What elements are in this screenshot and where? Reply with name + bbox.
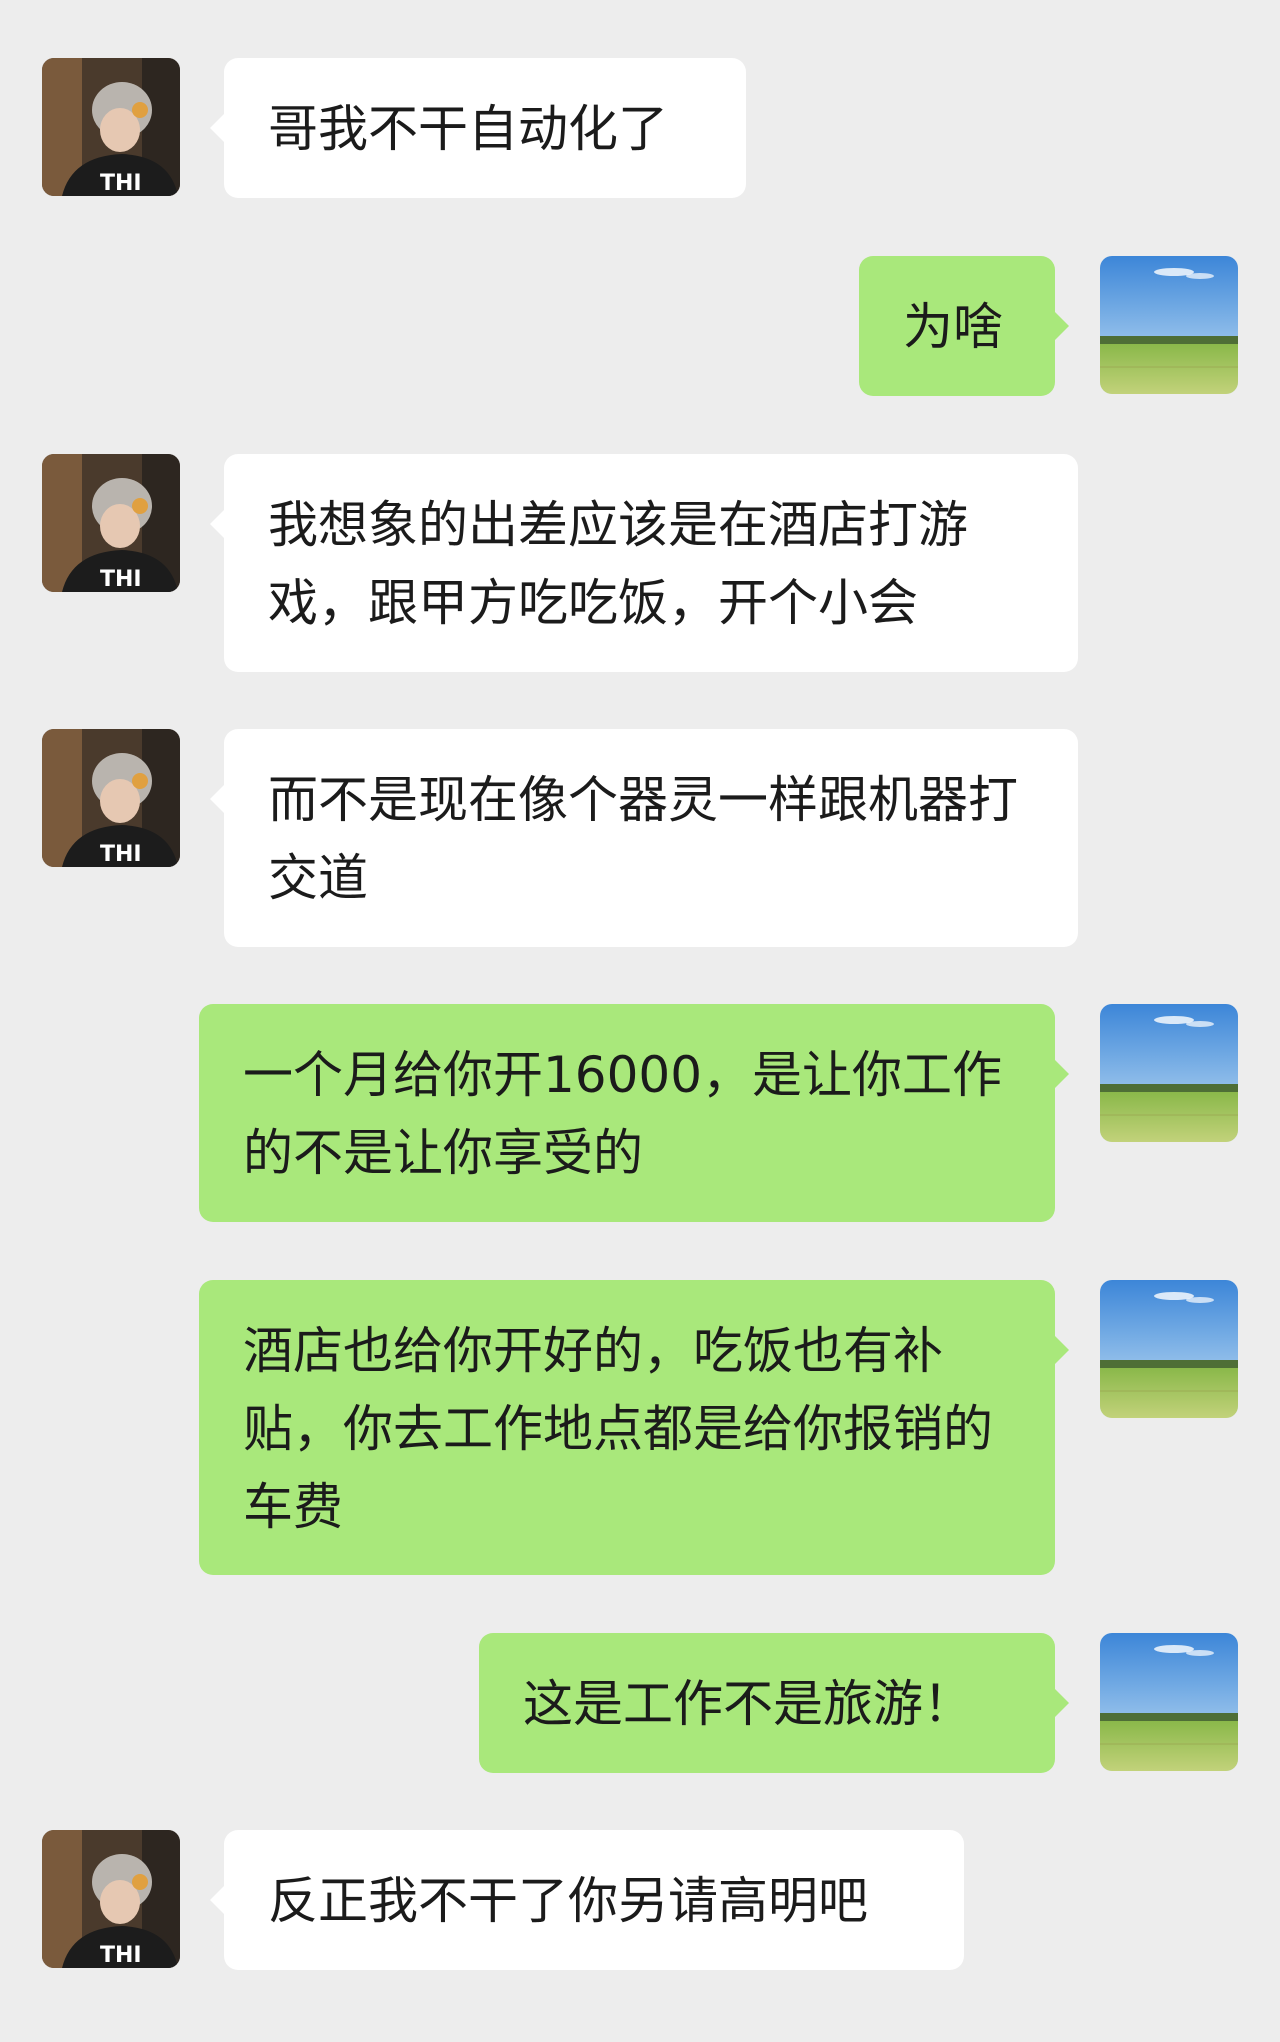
- svg-text:THI: THI: [100, 842, 142, 867]
- message-text: 一个月给你开16000，是让你工作的不是让你享受的: [243, 1046, 1003, 1182]
- message-bubble[interactable]: 这是工作不是旅游！: [479, 1633, 1069, 1773]
- message-row: THI 哥我不干自动化了: [0, 58, 1280, 198]
- message-bubble[interactable]: 哥我不干自动化了: [210, 58, 746, 198]
- message-row: 酒店也给你开好的，吃饭也有补贴，你去工作地点都是给你报销的车费: [0, 1280, 1280, 1575]
- message-text: 这是工作不是旅游！: [523, 1675, 973, 1733]
- self-avatar-icon[interactable]: [1100, 1280, 1238, 1418]
- message-row: THI 我想象的出差应该是在酒店打游戏，跟甲方吃吃饭，开个小会: [0, 454, 1280, 672]
- self-avatar-icon[interactable]: [1100, 1633, 1238, 1771]
- message-text: 为啥: [903, 298, 1003, 356]
- contact-avatar-icon[interactable]: THI: [42, 729, 180, 867]
- svg-text:THI: THI: [100, 567, 142, 592]
- message-row: THI 而不是现在像个器灵一样跟机器打交道: [0, 729, 1280, 947]
- message-text: 而不是现在像个器灵一样跟机器打交道: [268, 771, 1018, 907]
- message-row: THI 反正我不干了你另请高明吧: [0, 1830, 1280, 1970]
- self-avatar-icon[interactable]: [1100, 1004, 1238, 1142]
- message-row: 这是工作不是旅游！: [0, 1633, 1280, 1773]
- message-text: 酒店也给你开好的，吃饭也有补贴，你去工作地点都是给你报销的车费: [243, 1322, 993, 1536]
- self-avatar-icon[interactable]: [1100, 256, 1238, 394]
- message-row: 为啥: [0, 256, 1280, 396]
- contact-avatar-icon[interactable]: THI: [42, 454, 180, 592]
- message-bubble[interactable]: 而不是现在像个器灵一样跟机器打交道: [210, 729, 1078, 947]
- message-bubble[interactable]: 一个月给你开16000，是让你工作的不是让你享受的: [199, 1004, 1069, 1222]
- message-bubble[interactable]: 我想象的出差应该是在酒店打游戏，跟甲方吃吃饭，开个小会: [210, 454, 1078, 672]
- message-row: 一个月给你开16000，是让你工作的不是让你享受的: [0, 1004, 1280, 1222]
- message-bubble[interactable]: 酒店也给你开好的，吃饭也有补贴，你去工作地点都是给你报销的车费: [199, 1280, 1069, 1575]
- contact-avatar-icon[interactable]: THI: [42, 1830, 180, 1968]
- contact-avatar-icon[interactable]: THI: [42, 58, 180, 196]
- svg-text:THI: THI: [100, 1943, 142, 1968]
- message-text: 我想象的出差应该是在酒店打游戏，跟甲方吃吃饭，开个小会: [268, 496, 968, 632]
- svg-text:THI: THI: [100, 171, 142, 196]
- message-bubble[interactable]: 反正我不干了你另请高明吧: [210, 1830, 964, 1970]
- message-text: 反正我不干了你另请高明吧: [268, 1872, 868, 1930]
- message-bubble[interactable]: 为啥: [859, 256, 1069, 396]
- message-text: 哥我不干自动化了: [268, 100, 668, 158]
